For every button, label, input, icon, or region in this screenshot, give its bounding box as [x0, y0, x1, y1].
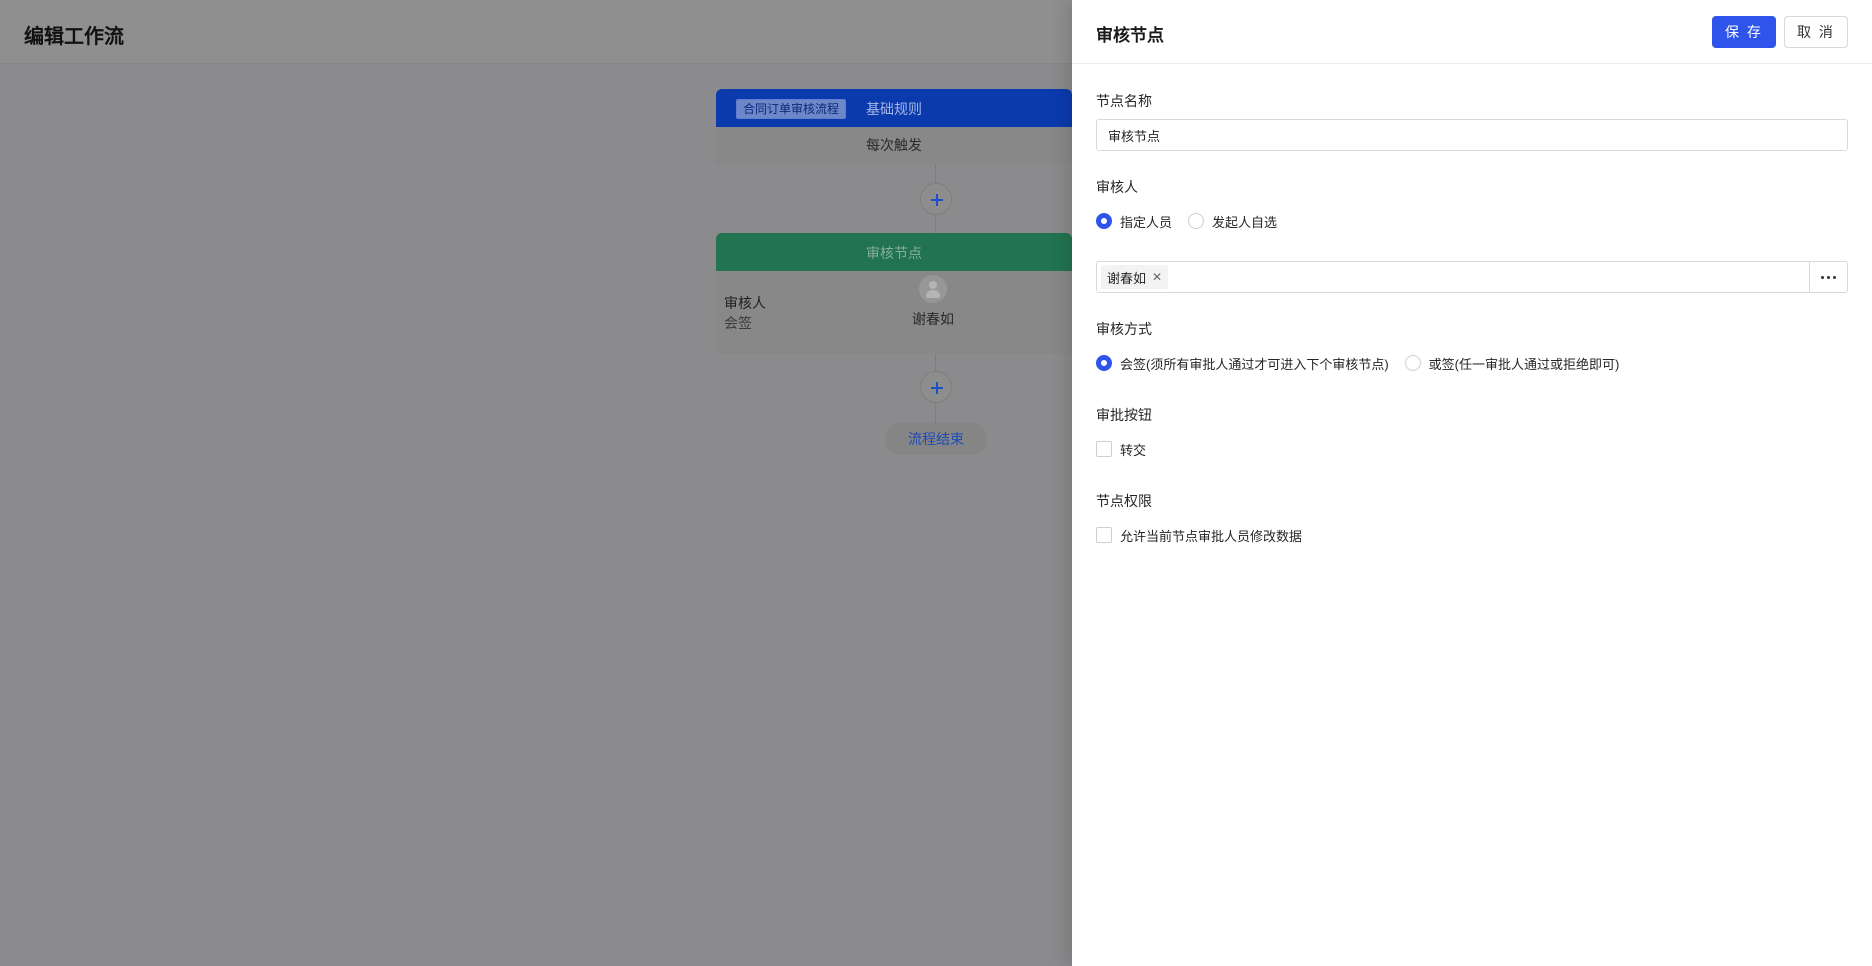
dot-icon — [1821, 275, 1824, 279]
flow-end-node: 流程结束 — [885, 423, 987, 455]
radio-label: 发起人自选 — [1212, 214, 1278, 230]
trigger-card-header: 合同订单审核流程 基础规则 — [716, 89, 1072, 127]
checkbox-box — [1096, 527, 1112, 543]
approver-radio-group: 指定人员 发起人自选 — [1096, 211, 1293, 231]
approver-label: 审核人 — [1096, 179, 1138, 195]
radio-assigned-person[interactable]: 指定人员 — [1096, 212, 1172, 231]
checkbox-label: 转交 — [1120, 442, 1147, 458]
radio-label: 或签(任一审批人通过或拒绝即可) — [1428, 356, 1620, 372]
approval-mode-label: 会签 — [724, 315, 752, 331]
radio-dot — [1096, 355, 1112, 371]
selected-person-chip: 谢春如 ✕ — [1101, 265, 1169, 289]
node-name-label: 节点名称 — [1096, 93, 1152, 109]
radio-label: 指定人员 — [1120, 214, 1173, 230]
approval-card-body: 审核人 会签 谢春如 — [716, 271, 1072, 354]
approval-buttons-label: 审批按钮 — [1096, 407, 1152, 423]
approval-card-header: 审核节点 — [716, 233, 1072, 271]
checkbox-label: 允许当前节点审批人员修改数据 — [1120, 528, 1303, 544]
approval-buttons-group: 转交 — [1096, 439, 1146, 459]
approver-role-label: 审核人 — [724, 295, 766, 311]
user-avatar-icon — [919, 275, 947, 303]
radio-label: 会签(须所有审批人通过才可进入下个审核节点) — [1120, 356, 1389, 372]
chip-label: 谢春如 — [1107, 270, 1147, 286]
drawer-title: 审核节点 — [1096, 26, 1164, 45]
checkbox-allow-edit-data[interactable]: 允许当前节点审批人员修改数据 — [1096, 526, 1302, 545]
radio-initiator-select[interactable]: 发起人自选 — [1188, 212, 1277, 231]
radio-countersign[interactable]: 会签(须所有审批人通过才可进入下个审核节点) — [1096, 354, 1389, 373]
dot-icon — [1827, 275, 1830, 279]
approval-mode-label: 审核方式 — [1096, 321, 1152, 337]
approval-node-card[interactable]: 审核节点 审核人 会签 谢春如 — [716, 233, 1072, 354]
approver-name: 谢春如 — [912, 311, 954, 327]
radio-dot — [1096, 213, 1112, 229]
page-header: 编辑工作流 — [0, 0, 1072, 64]
more-options-button[interactable] — [1809, 262, 1847, 292]
cancel-button[interactable]: 取 消 — [1784, 16, 1848, 48]
approval-card-title: 审核节点 — [866, 245, 922, 261]
node-permission-group: 允许当前节点审批人员修改数据 — [1096, 525, 1302, 545]
checkbox-transfer[interactable]: 转交 — [1096, 440, 1146, 459]
add-node-button[interactable] — [920, 371, 952, 403]
page-title: 编辑工作流 — [24, 26, 124, 48]
approval-mode-radio-group: 会签(须所有审批人通过才可进入下个审核节点) 或签(任一审批人通过或拒绝即可) — [1096, 353, 1635, 373]
node-settings-drawer: 审核节点 保 存 取 消 节点名称 审核人 指定人员 发起人自选 谢春如 ✕ 审… — [1072, 0, 1872, 966]
trigger-card[interactable]: 合同订单审核流程 基础规则 每次触发 — [716, 89, 1072, 164]
close-icon[interactable]: ✕ — [1152, 270, 1162, 284]
approver-select[interactable]: 谢春如 ✕ — [1096, 261, 1848, 293]
node-permission-label: 节点权限 — [1096, 493, 1152, 509]
node-name-input[interactable] — [1096, 119, 1848, 151]
add-node-button[interactable] — [920, 183, 952, 215]
radio-dot — [1404, 355, 1421, 371]
radio-or-sign[interactable]: 或签(任一审批人通过或拒绝即可) — [1404, 354, 1620, 373]
dot-icon — [1833, 275, 1836, 279]
checkbox-box — [1096, 441, 1112, 457]
trigger-card-body: 每次触发 — [716, 127, 1072, 164]
drawer-header: 审核节点 保 存 取 消 — [1072, 0, 1872, 64]
trigger-card-title: 基础规则 — [866, 101, 922, 117]
radio-dot — [1188, 213, 1205, 229]
save-button[interactable]: 保 存 — [1712, 16, 1776, 48]
workflow-canvas — [0, 65, 1072, 966]
